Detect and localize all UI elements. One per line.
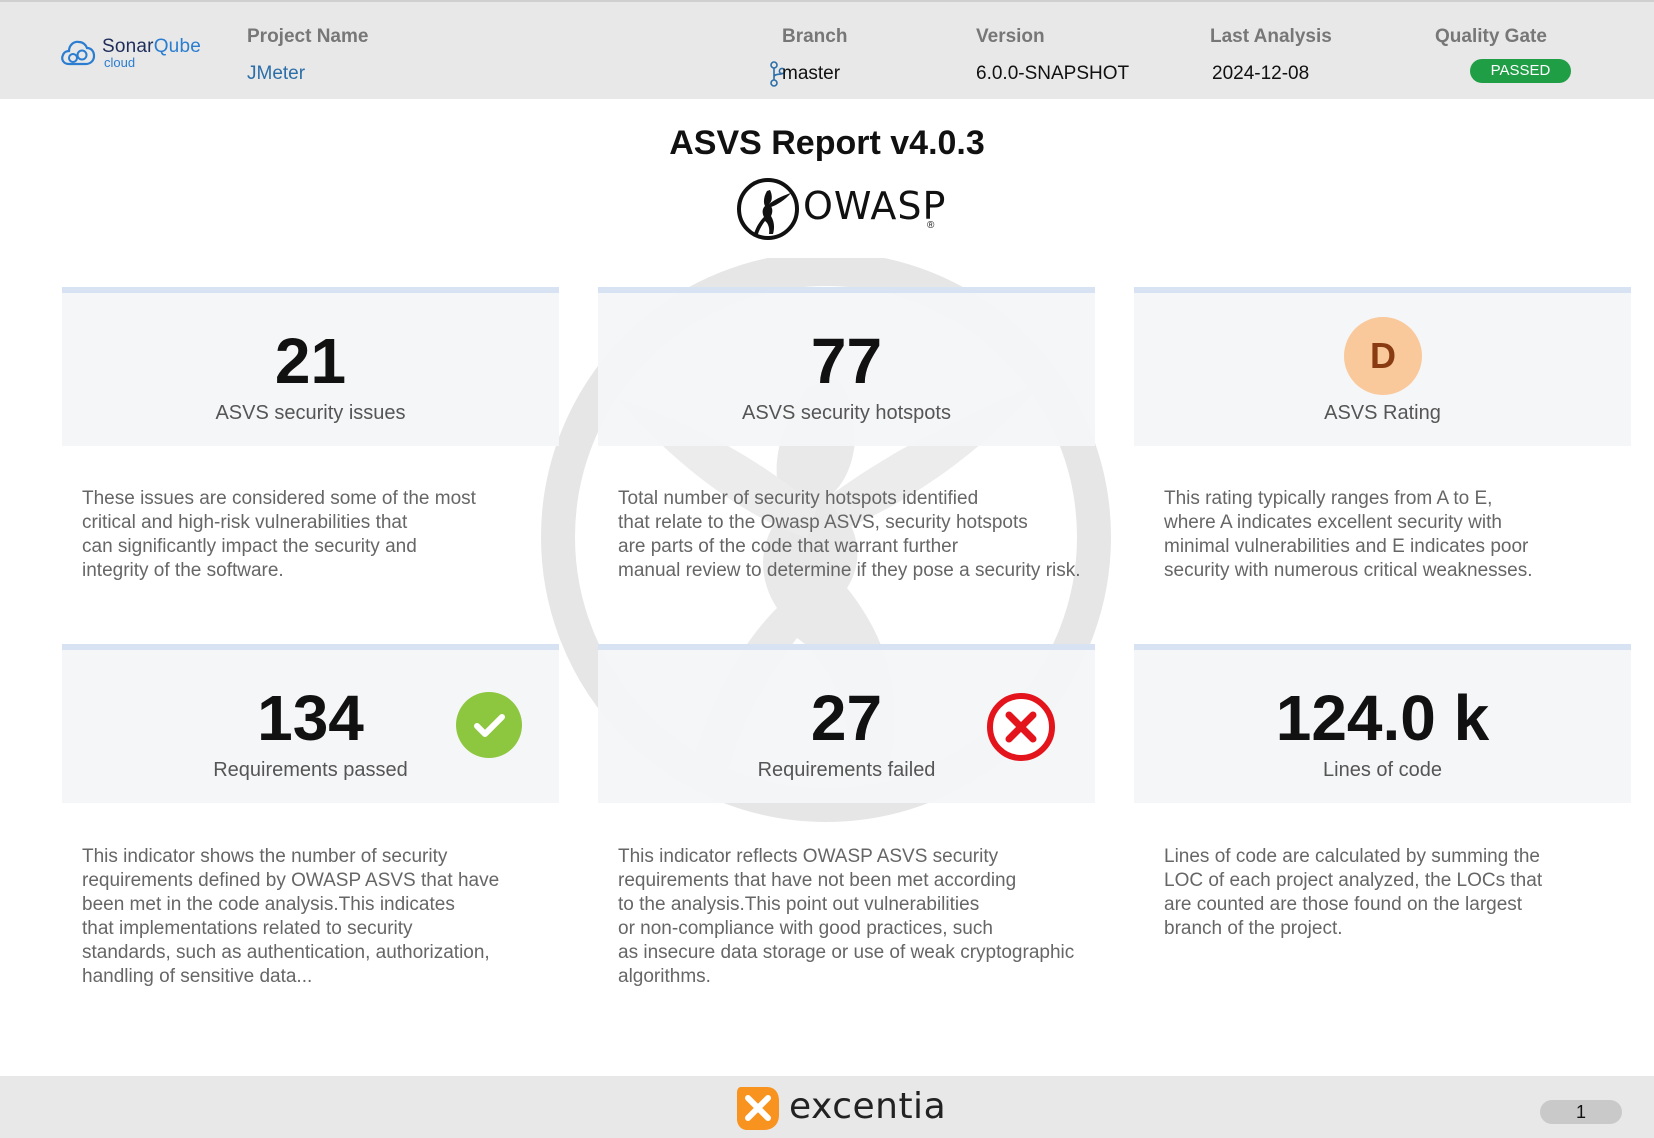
quality-gate-label: Quality Gate: [1435, 26, 1547, 47]
sonarqube-logo: SonarQube cloud: [60, 32, 230, 72]
requirements-failed-caption: Requirements failed: [757, 759, 936, 781]
excentia-wordmark: excentia: [789, 1086, 947, 1127]
report-title: ASVS Report v4.0.3: [669, 124, 985, 162]
version-label: Version: [976, 26, 1045, 47]
excentia-x-icon: [737, 1087, 779, 1130]
branch-label: Branch: [782, 26, 848, 47]
security-issues-description: These issues are considered some of the …: [82, 488, 476, 581]
owasp-wordmark: OWASP: [803, 184, 947, 228]
project-value[interactable]: JMeter: [247, 63, 305, 85]
security-hotspots-caption: ASVS security hotspots: [742, 402, 951, 424]
report-footer: excentia 1: [0, 1076, 1654, 1138]
requirements-failed-description: This indicator reflects OWASP ASVS secur…: [618, 846, 1075, 987]
card-asvs-rating: D ASVS Rating: [1134, 287, 1631, 446]
brand-subtitle: cloud: [104, 55, 136, 70]
asvs-rating-badge: D: [1344, 317, 1422, 395]
cloud-icon: [61, 40, 96, 66]
card-security-hotspots: 77 ASVS security hotspots: [598, 287, 1095, 446]
requirements-passed-caption: Requirements passed: [213, 759, 408, 781]
security-issues-count: 21: [274, 325, 347, 397]
security-hotspots-count: 77: [810, 325, 883, 397]
card-requirements-failed: 27 Requirements failed: [598, 644, 1095, 803]
excentia-logo: excentia: [733, 1082, 946, 1134]
requirements-passed-description: This indicator shows the number of secur…: [82, 846, 500, 987]
lines-of-code-count: 124.0 k: [1275, 682, 1490, 754]
owasp-logo: OWASP ®: [735, 176, 945, 242]
check-circle-icon: [456, 692, 522, 758]
card-lines-of-code: 124.0 k Lines of code: [1134, 644, 1631, 803]
asvs-rating-caption: ASVS Rating: [1324, 402, 1441, 424]
card-requirements-passed: 134 Requirements passed: [62, 644, 559, 803]
branch-value: master: [782, 63, 841, 84]
wasp-icon: [737, 178, 799, 240]
security-hotspots-description: Total number of security hotspots identi…: [618, 488, 1081, 581]
version-value: 6.0.0-SNAPSHOT: [976, 63, 1130, 84]
last-analysis-label: Last Analysis: [1210, 26, 1332, 47]
last-analysis-value: 2024-12-08: [1212, 63, 1310, 84]
asvs-rating-description: This rating typically ranges from A to E…: [1164, 488, 1533, 581]
security-issues-caption: ASVS security issues: [215, 402, 406, 424]
project-label: Project Name: [247, 26, 369, 47]
lines-of-code-description: Lines of code are calculated by summing …: [1164, 846, 1543, 939]
registered-mark: ®: [927, 220, 935, 231]
x-circle-icon: [987, 693, 1055, 761]
lines-of-code-caption: Lines of code: [1323, 759, 1442, 781]
quality-gate-badge: PASSED: [1470, 59, 1571, 83]
report-header: SonarQube cloud Project Name JMeter Bran…: [0, 0, 1654, 99]
card-security-issues: 21 ASVS security issues: [62, 287, 559, 446]
page-number: 1: [1540, 1100, 1622, 1124]
